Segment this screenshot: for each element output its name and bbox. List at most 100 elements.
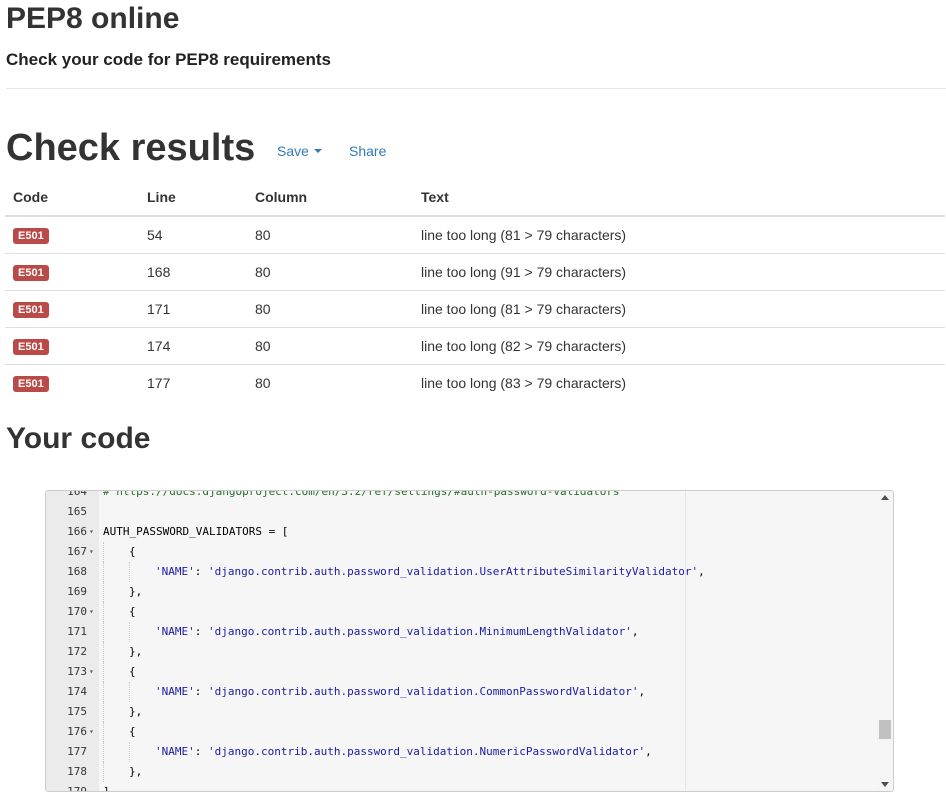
line-number: 167 (67, 545, 87, 558)
line-number: 179 (67, 785, 87, 792)
scroll-up-icon[interactable] (881, 495, 889, 500)
string-token: 'django.contrib.auth.password_validation… (208, 685, 639, 698)
code-line: 178}, (46, 762, 893, 782)
code-token: : (194, 625, 208, 638)
indent-guide (103, 762, 104, 782)
string-token: 'NAME' (155, 565, 195, 578)
column-cell: 80 (255, 375, 271, 391)
code-cell: E501 (5, 290, 139, 328)
line-number: 173 (67, 665, 87, 678)
error-code-badge: E501 (13, 339, 49, 355)
code-text: # https://docs.djangoproject.com/en/3.2/… (103, 490, 620, 502)
error-code-badge: E501 (13, 265, 49, 281)
code-token: { (129, 605, 136, 618)
code-token: ] (103, 785, 110, 792)
indent-guide (103, 542, 104, 562)
indent-guide (129, 682, 130, 702)
code-line: 177 'NAME': 'django.contrib.auth.password… (46, 742, 893, 762)
share-button[interactable]: Share (349, 143, 386, 159)
code-text: { (129, 722, 136, 742)
code-line: 166 ▾ AUTH_PASSWORD_VALIDATORS = [ (46, 522, 893, 542)
code-line: 176 ▾ { (46, 722, 893, 742)
code-text: }, (129, 702, 142, 722)
line-cell: 168 (139, 253, 247, 291)
line-number: 172 (67, 645, 87, 658)
line-number: 170 (67, 605, 87, 618)
comment-token: # https://docs.djangoproject.com/en/3.2/… (103, 490, 620, 498)
code-text: 'NAME': 'django.contrib.auth.password_va… (155, 622, 638, 642)
string-token: 'NAME' (155, 745, 195, 758)
line-cell: 174 (139, 327, 247, 365)
line-number: 169 (67, 585, 87, 598)
caret-down-icon (313, 149, 322, 154)
code-token: { (129, 725, 136, 738)
indent-guide (103, 662, 104, 682)
indent-guide (103, 642, 104, 662)
column-cell: 80 (247, 216, 413, 254)
code-line: 173 ▾ { (46, 662, 893, 682)
code-token: }, (129, 705, 143, 718)
code-token: , (645, 745, 652, 758)
save-dropdown-button[interactable]: Save (277, 143, 322, 159)
line-cell: 171 (139, 290, 247, 328)
code-line: 168 'NAME': 'django.contrib.auth.password… (46, 562, 893, 582)
code-text: { (129, 662, 136, 682)
text-cell: line too long (83 > 79 characters) (421, 375, 627, 391)
results-row: E501 174 80 line too long (82 > 79 characte… (5, 327, 945, 365)
string-token: 'django.contrib.auth.password_validation… (208, 565, 699, 578)
code-token: { (129, 665, 136, 678)
code-title: Your code (6, 422, 151, 455)
code-token: }, (129, 645, 143, 658)
column-header: Line (139, 179, 247, 217)
indent-guide (129, 562, 130, 582)
code-line: 164 # https://docs.djangoproject.com/en/3… (46, 490, 893, 502)
code-line: 179] (46, 782, 893, 792)
error-code-badge: E501 (13, 228, 49, 244)
scroll-down-icon[interactable] (881, 782, 889, 787)
line-number: 165 (67, 505, 87, 518)
text-cell: line too long (81 > 79 characters) (413, 290, 945, 328)
code-editor[interactable]: 164 # https://docs.djangoproject.com/en/3… (45, 490, 894, 792)
code-token: }, (129, 585, 143, 598)
code-cell: E501 (5, 327, 139, 365)
line-number: 177 (67, 745, 87, 758)
line-number: 175 (67, 705, 87, 718)
code-text: 'NAME': 'django.contrib.auth.password_va… (155, 682, 645, 702)
code-text: ] (103, 782, 110, 792)
text-cell: line too long (82 > 79 characters) (413, 327, 945, 365)
code-line: 175}, (46, 702, 893, 722)
code-line: 171 'NAME': 'django.contrib.auth.password… (46, 622, 893, 642)
string-token: 'django.contrib.auth.password_validation… (208, 625, 632, 638)
code-token: { (129, 545, 136, 558)
line-number: 171 (67, 625, 87, 638)
column-cell: 80 (247, 253, 413, 291)
results-table: Code Line Column Text E501 54 80 line too l… (5, 179, 945, 401)
code-token: AUTH_PASSWORD_VALIDATORS = [ (103, 525, 289, 538)
indent-guide (129, 622, 130, 642)
fold-arrow-icon[interactable]: ▾ (89, 662, 94, 682)
line-number: 168 (67, 565, 87, 578)
results-row: E501 54 80 line too long (81 > 79 character… (5, 216, 945, 254)
code-token: , (631, 625, 639, 638)
fold-arrow-icon[interactable]: ▾ (89, 602, 94, 622)
fold-arrow-icon[interactable]: ▾ (89, 542, 94, 562)
line-cell: 177 (147, 375, 171, 391)
error-code-badge: E501 (13, 376, 49, 392)
indent-guide (103, 702, 104, 722)
code-token: , (698, 565, 705, 578)
results-row: E501 168 80 line too long (91 > 79 characte… (5, 253, 945, 291)
indent-guide (103, 602, 104, 622)
editor-scrollbar[interactable] (877, 491, 893, 791)
code-token: , (638, 685, 646, 698)
indent-guide (103, 742, 104, 762)
line-number: 176 (67, 725, 87, 738)
code-text: }, (129, 642, 142, 662)
fold-arrow-icon[interactable]: ▾ (89, 722, 94, 742)
fold-arrow-icon[interactable]: ▾ (89, 522, 94, 542)
code-text: }, (129, 762, 142, 782)
error-code-badge: E501 (13, 302, 49, 318)
column-cell: 80 (247, 290, 413, 328)
save-label: Save (277, 143, 309, 159)
code-line: 165 (46, 502, 893, 522)
scroll-thumb[interactable] (879, 720, 891, 739)
